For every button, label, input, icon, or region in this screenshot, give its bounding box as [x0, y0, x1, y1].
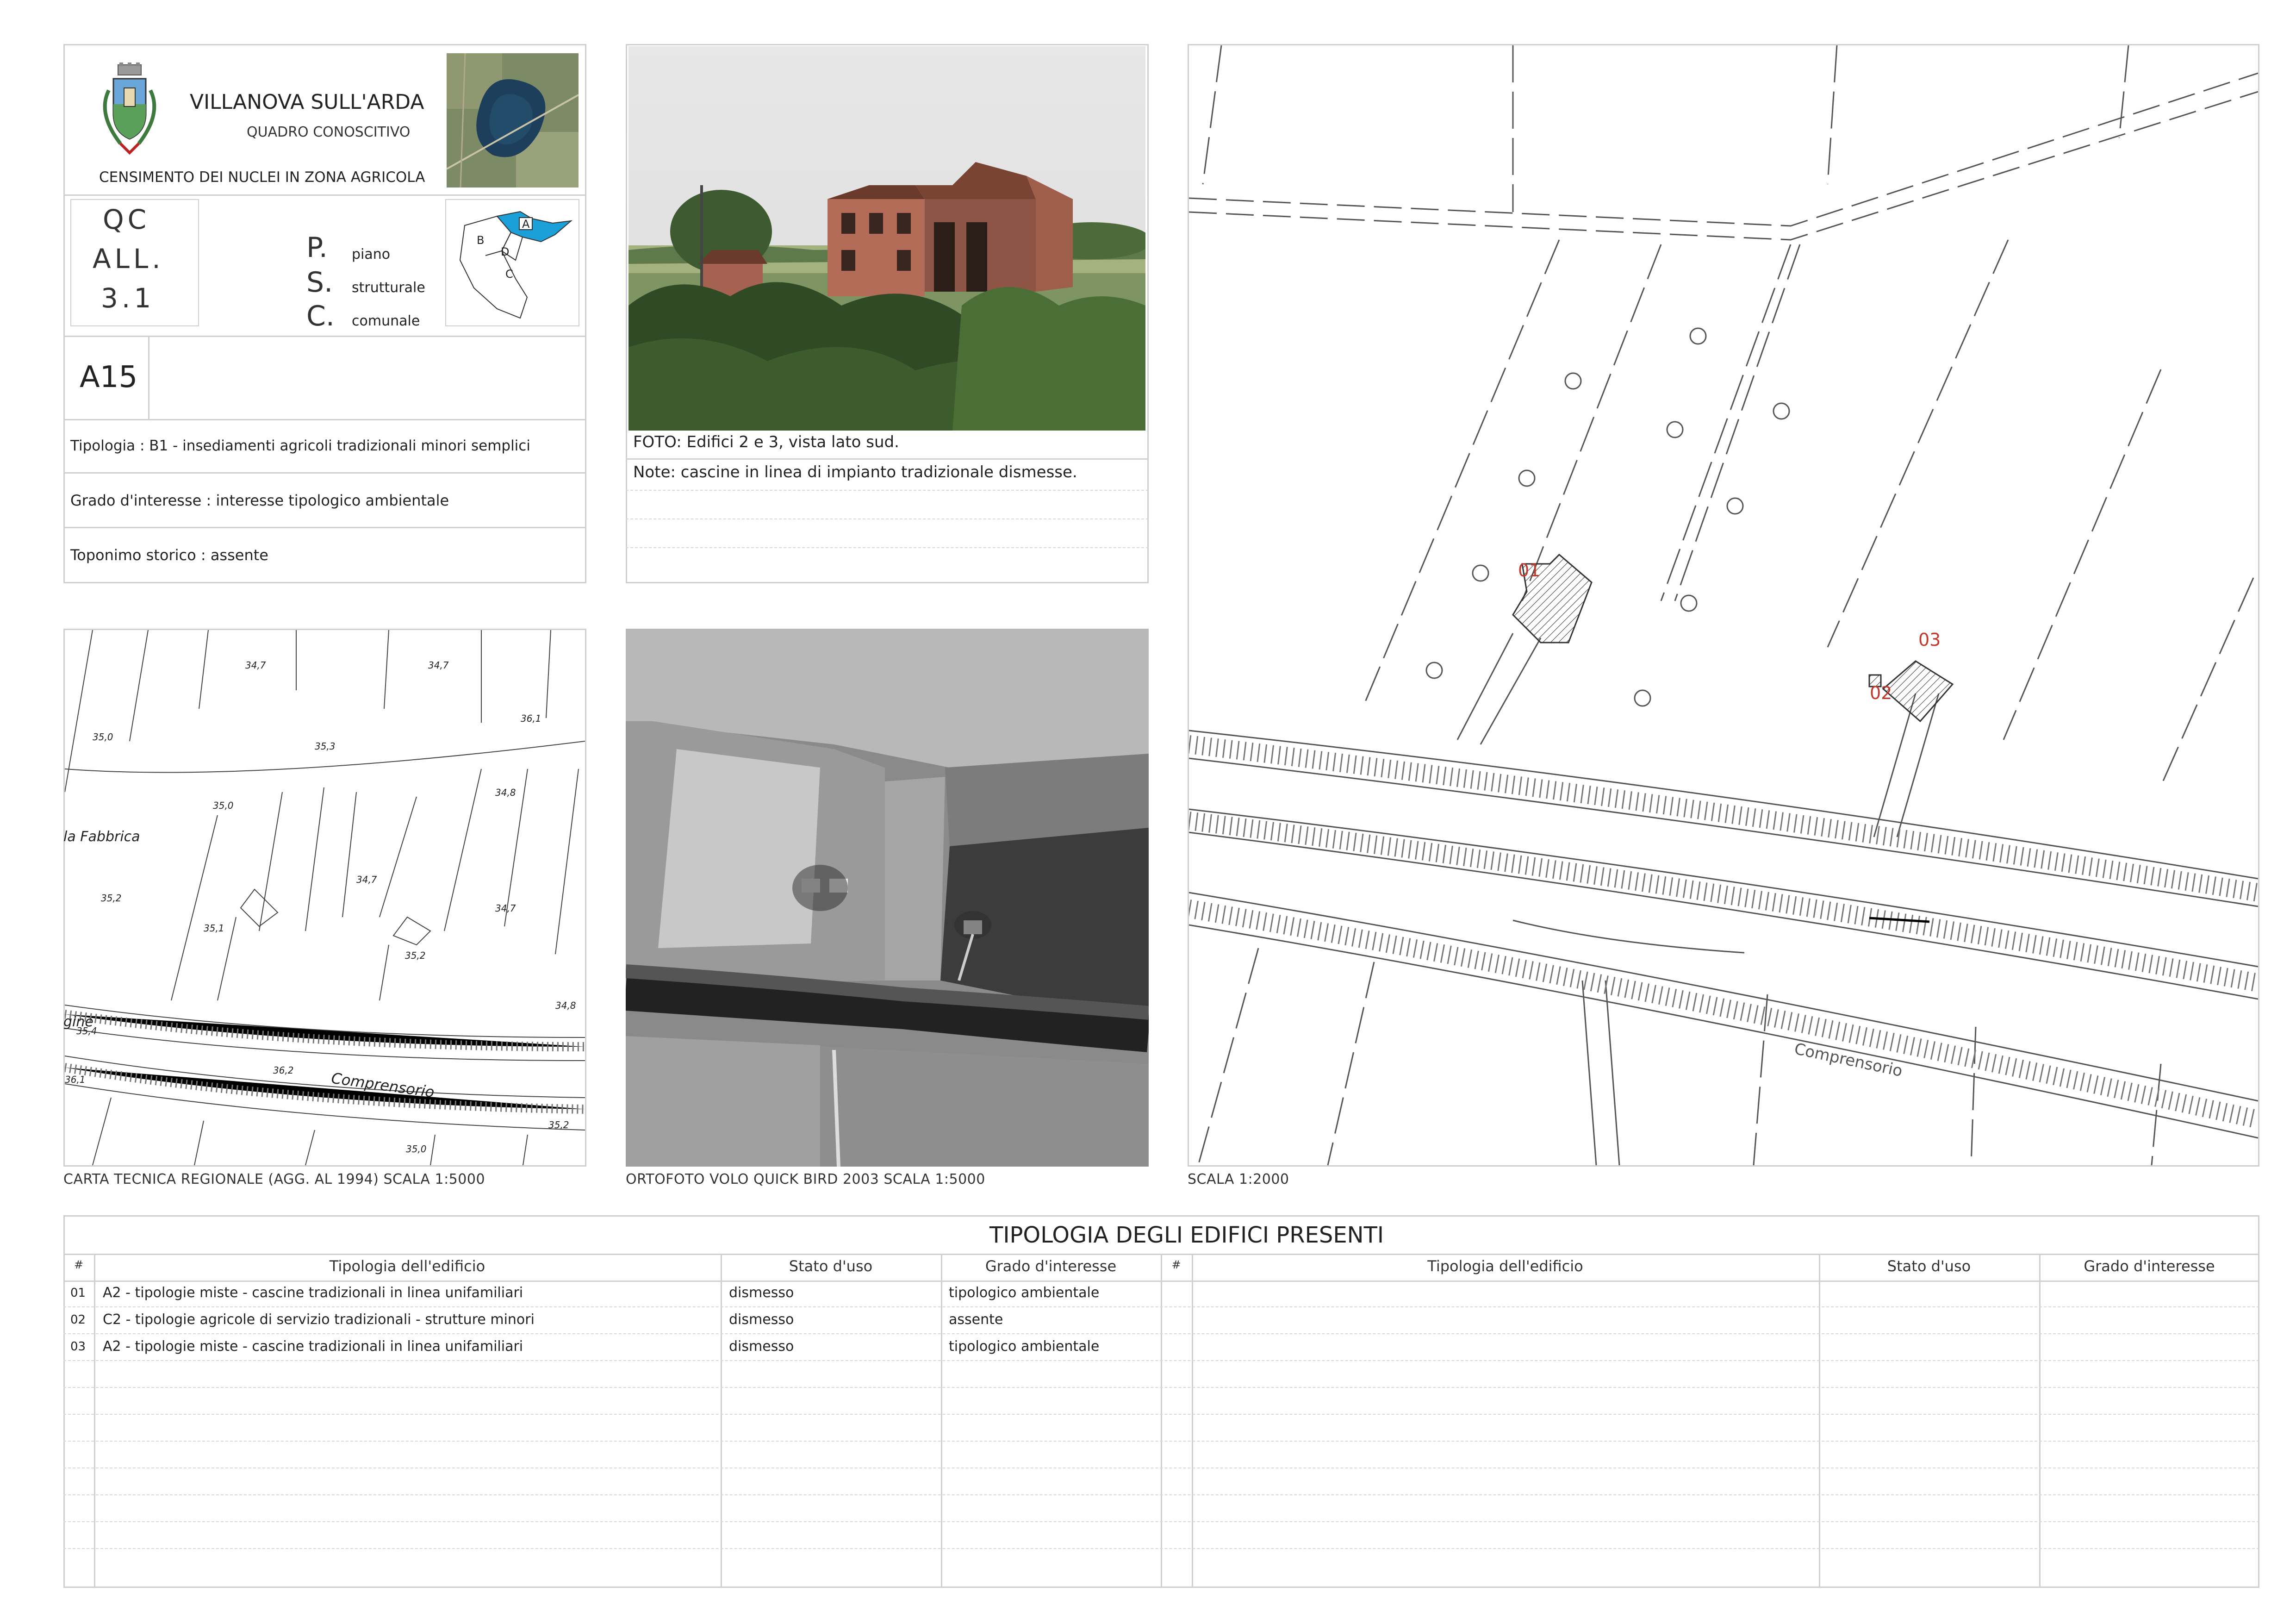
ctr-label-3: 35,0 — [93, 731, 113, 743]
psc-letter-p: P. — [306, 231, 328, 264]
ctr-label-1: 34,7 — [245, 660, 266, 671]
qc-line-1: QC — [103, 204, 150, 235]
qc-line-2: ALL. — [93, 243, 164, 275]
building-label-02: 02 — [1870, 683, 1892, 703]
ctr-label-14: 34,8 — [555, 1000, 576, 1011]
nucleus-code: A15 — [80, 360, 138, 394]
psc-word-strutturale: strutturale — [352, 280, 425, 296]
row-2-tipologia: C2 - tipologie agricole di servizio trad… — [103, 1312, 535, 1328]
ctr-label-16: 35,4 — [76, 1025, 97, 1037]
ctr-label-4: 36,1 — [521, 713, 541, 724]
qc-line-3: 3.1 — [101, 282, 155, 314]
ctr-label-7: 34,8 — [495, 787, 516, 798]
ctr-label-8: la Fabbrica — [63, 829, 140, 845]
zone-label-c: C — [505, 268, 513, 281]
row-3-number: 03 — [70, 1340, 86, 1354]
farmhouse-photo — [628, 46, 1145, 431]
ctr-label-20: 35,0 — [406, 1143, 427, 1155]
psc-letter-c: C. — [306, 300, 335, 332]
ctr-label-17: 36,2 — [273, 1065, 294, 1076]
orthophoto — [626, 629, 1149, 1167]
row-2-number: 02 — [70, 1313, 86, 1327]
header-tipologia-2: Tipologia dell'edificio — [1427, 1257, 1583, 1275]
row-2-stato: dismesso — [729, 1312, 794, 1328]
ctr-label-10: 34,7 — [356, 874, 377, 885]
ctr-label-9: 35,2 — [101, 893, 122, 904]
psc-word-piano: piano — [352, 246, 391, 262]
zone-map — [445, 199, 579, 326]
header-grado-2: Grado d'interesse — [2084, 1257, 2215, 1275]
photo-note: Note: cascine in linea di impianto tradi… — [633, 463, 1077, 481]
row-1-stato: dismesso — [729, 1285, 794, 1301]
header-stato-2: Stato d'uso — [1887, 1257, 1971, 1275]
ctr-map — [63, 629, 586, 1167]
ctr-label-21: 35,2 — [548, 1119, 569, 1131]
ctr-label-2: 34,7 — [428, 660, 449, 671]
header-grado: Grado d'interesse — [985, 1257, 1117, 1275]
psc-word-comunale: comunale — [352, 313, 420, 329]
satellite-thumbnail — [447, 53, 579, 187]
building-label-03: 03 — [1918, 630, 1941, 650]
ctr-label-5: 35,3 — [315, 741, 336, 752]
row-3-grado: tipologico ambientale — [949, 1338, 1100, 1355]
psc-letter-s: S. — [306, 266, 333, 299]
census-title: CENSIMENTO DEI NUCLEI IN ZONA AGRICOLA — [99, 169, 425, 186]
ctr-label-11: 34,7 — [495, 903, 516, 914]
site-plan — [1188, 44, 2259, 1167]
row-2-grado: assente — [949, 1312, 1003, 1328]
ctr-label-19: 36,1 — [65, 1074, 86, 1085]
zone-label-a: A — [522, 218, 530, 231]
subtitle: QUADRO CONOSCITIVO — [247, 124, 411, 140]
tipologia-field: Tipologia : B1 - insediamenti agricoli t… — [70, 437, 530, 454]
grado-field: Grado d'interesse : interesse tipologico… — [70, 492, 449, 509]
header-number: # — [74, 1258, 84, 1271]
toponimo-field: Toponimo storico : assente — [70, 546, 268, 564]
ctr-label-6: 35,0 — [213, 800, 234, 811]
zone-label-b: B — [477, 234, 485, 247]
zone-label-d: D — [501, 245, 510, 258]
plan-caption: SCALA 1:2000 — [1188, 1171, 1289, 1187]
header-stato: Stato d'uso — [789, 1257, 873, 1275]
coat-of-arms-icon — [93, 62, 167, 160]
row-1-tipologia: A2 - tipologie miste - cascine tradizion… — [103, 1285, 523, 1301]
municipality-name: VILLANOVA SULL'ARDA — [190, 90, 424, 114]
photo-caption: FOTO: Edifici 2 e 3, vista lato sud. — [633, 433, 899, 451]
row-3-stato: dismesso — [729, 1338, 794, 1355]
ctr-label-12: 35,1 — [204, 923, 224, 934]
ortho-caption: ORTOFOTO VOLO QUICK BIRD 2003 SCALA 1:50… — [626, 1171, 985, 1187]
ctr-caption: CARTA TECNICA REGIONALE (AGG. AL 1994) S… — [63, 1171, 485, 1187]
row-1-grado: tipologico ambientale — [949, 1285, 1100, 1301]
row-3-tipologia: A2 - tipologie miste - cascine tradizion… — [103, 1338, 523, 1355]
table-title: TIPOLOGIA DEGLI EDIFICI PRESENTI — [989, 1222, 1384, 1248]
row-1-number: 01 — [70, 1286, 86, 1300]
ctr-label-13: 35,2 — [405, 950, 426, 961]
header-tipologia: Tipologia dell'edificio — [329, 1257, 485, 1275]
header-number-2: # — [1171, 1258, 1181, 1271]
building-label-01: 01 — [1518, 560, 1541, 581]
